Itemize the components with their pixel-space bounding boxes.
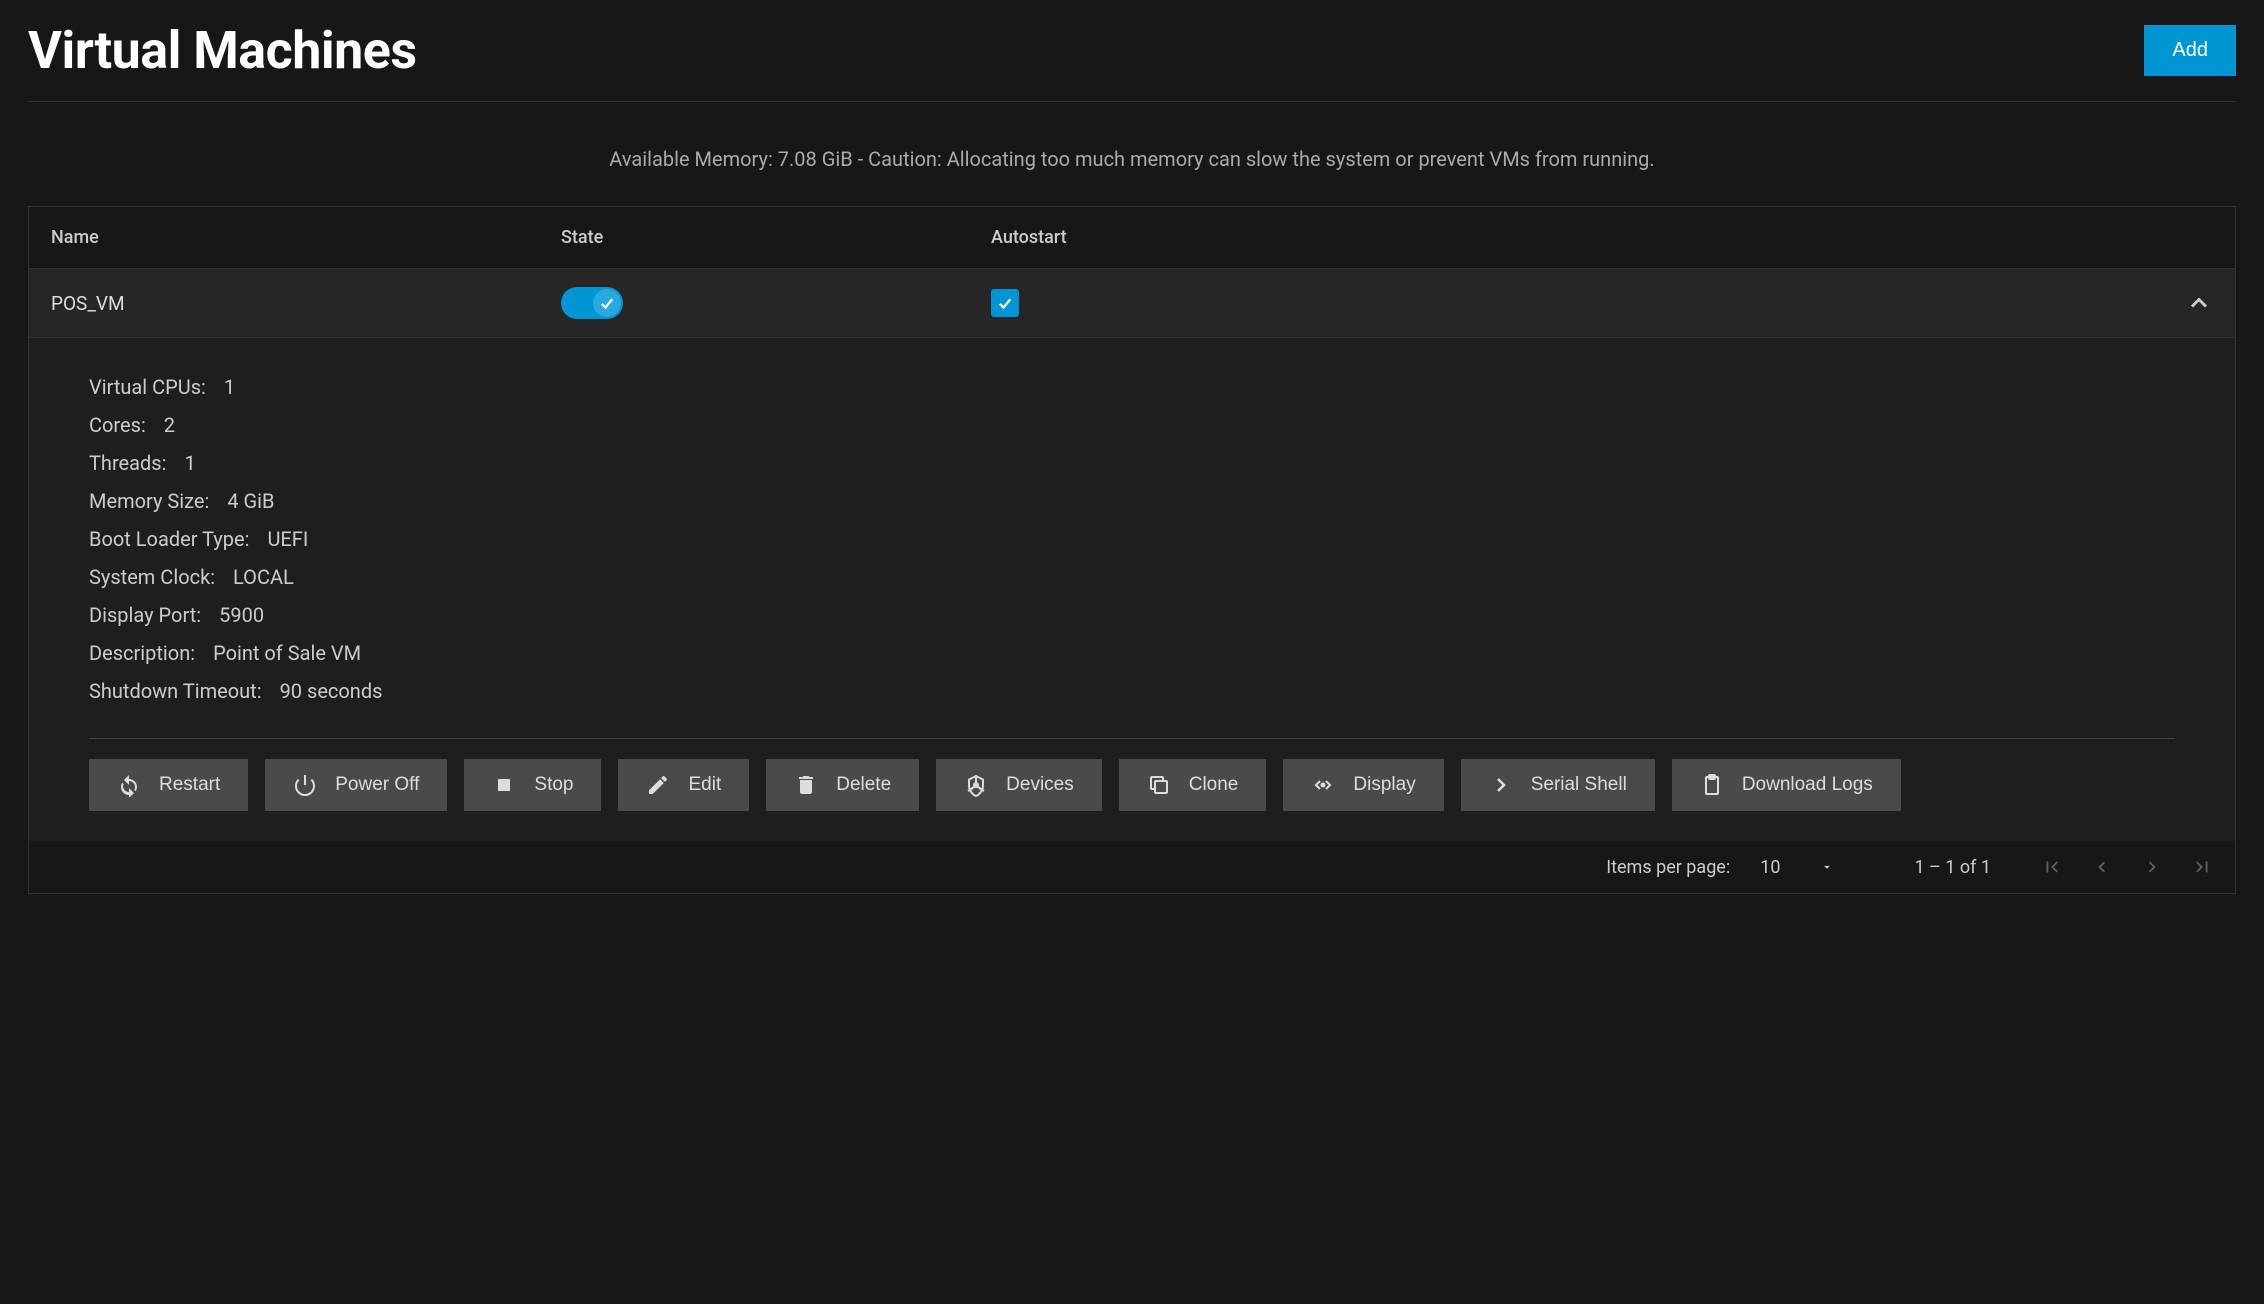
add-button[interactable]: Add — [2144, 25, 2236, 76]
restart-icon — [117, 773, 141, 797]
chevron-up-icon[interactable] — [2185, 289, 2213, 317]
power-off-button[interactable]: Power Off — [265, 759, 447, 811]
edit-icon — [646, 773, 670, 797]
devices-button[interactable]: Devices — [936, 759, 1102, 811]
header-divider — [28, 101, 2236, 102]
restart-label: Restart — [159, 774, 220, 796]
vm-name: POS_VM — [51, 292, 561, 315]
display-label: Display — [1353, 774, 1415, 796]
clone-button[interactable]: Clone — [1119, 759, 1267, 811]
items-per-page-label: Items per page: — [1606, 857, 1730, 878]
stop-button[interactable]: Stop — [464, 759, 601, 811]
column-header-state: State — [561, 227, 991, 248]
vm-details-panel: Virtual CPUs:1 Cores:2 Threads:1 Memory … — [29, 338, 2235, 841]
table-header: Name State Autostart — [29, 207, 2235, 269]
toggle-thumb — [593, 289, 621, 317]
restart-button[interactable]: Restart — [89, 759, 248, 811]
serial-shell-label: Serial Shell — [1531, 774, 1627, 796]
chevron-right-icon — [1489, 773, 1513, 797]
prev-page-icon[interactable] — [2091, 856, 2113, 878]
detail-threads: Threads:1 — [89, 444, 2175, 482]
power-off-label: Power Off — [335, 774, 419, 796]
delete-icon — [794, 773, 818, 797]
checkmark-icon — [598, 294, 616, 312]
detail-virtual-cpus: Virtual CPUs:1 — [89, 368, 2175, 406]
delete-button[interactable]: Delete — [766, 759, 919, 811]
detail-shutdown-timeout: Shutdown Timeout:90 seconds — [89, 672, 2175, 710]
autostart-checkbox[interactable] — [991, 289, 1019, 317]
devices-label: Devices — [1006, 774, 1074, 796]
delete-label: Delete — [836, 774, 891, 796]
items-per-page-select[interactable]: 10 — [1760, 857, 1834, 878]
checkmark-icon — [996, 294, 1014, 312]
download-logs-label: Download Logs — [1742, 774, 1873, 796]
edit-button[interactable]: Edit — [618, 759, 749, 811]
download-logs-button[interactable]: Download Logs — [1672, 759, 1901, 811]
first-page-icon[interactable] — [2041, 856, 2063, 878]
page-title: Virtual Machines — [28, 20, 417, 81]
last-page-icon[interactable] — [2191, 856, 2213, 878]
stop-label: Stop — [534, 774, 573, 796]
actions-divider — [89, 738, 2175, 739]
detail-description: Description:Point of Sale VM — [89, 634, 2175, 672]
column-header-autostart: Autostart — [991, 227, 2213, 248]
detail-display-port: Display Port:5900 — [89, 596, 2175, 634]
dropdown-icon — [1820, 860, 1834, 874]
detail-system-clock: System Clock:LOCAL — [89, 558, 2175, 596]
memory-caution-text: Available Memory: 7.08 GiB - Caution: Al… — [28, 147, 2236, 171]
devices-icon — [964, 773, 988, 797]
items-per-page-value: 10 — [1760, 857, 1780, 878]
display-icon — [1311, 773, 1335, 797]
power-icon — [293, 773, 317, 797]
table-row[interactable]: POS_VM — [29, 269, 2235, 338]
detail-boot-loader: Boot Loader Type:UEFI — [89, 520, 2175, 558]
stop-icon — [492, 773, 516, 797]
pagination-range: 1 – 1 of 1 — [1914, 857, 1991, 878]
pagination: Items per page: 10 1 – 1 of 1 — [29, 841, 2235, 893]
next-page-icon[interactable] — [2141, 856, 2163, 878]
state-toggle[interactable] — [561, 287, 623, 319]
clone-icon — [1147, 773, 1171, 797]
detail-memory-size: Memory Size:4 GiB — [89, 482, 2175, 520]
detail-cores: Cores:2 — [89, 406, 2175, 444]
vm-table: Name State Autostart POS_VM Virtual CPUs… — [28, 206, 2236, 894]
display-button[interactable]: Display — [1283, 759, 1443, 811]
clipboard-icon — [1700, 773, 1724, 797]
edit-label: Edit — [688, 774, 721, 796]
column-header-name: Name — [51, 227, 561, 248]
actions-row: Restart Power Off Stop Edit Delete Devic… — [89, 759, 2175, 811]
clone-label: Clone — [1189, 774, 1239, 796]
serial-shell-button[interactable]: Serial Shell — [1461, 759, 1655, 811]
